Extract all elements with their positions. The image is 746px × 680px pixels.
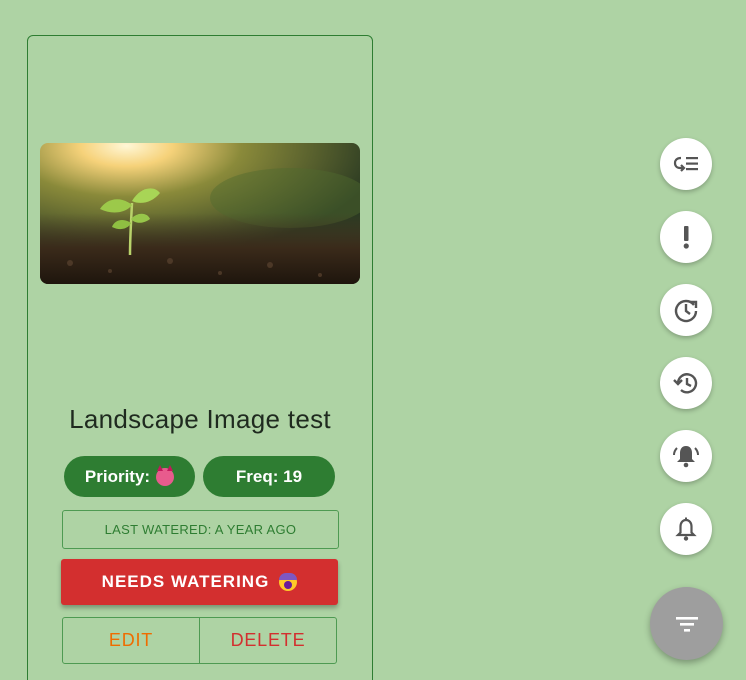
- notifications-active-button[interactable]: [660, 430, 712, 482]
- priority-label: Priority:: [84, 466, 151, 486]
- sort-by-priority-button[interactable]: [660, 211, 712, 263]
- needs-watering-label: NEEDS WATERING: [101, 572, 270, 591]
- priority-chip: Priority:: [64, 456, 195, 497]
- edit-label: EDIT: [108, 630, 154, 650]
- screaming-face-icon: [279, 573, 298, 591]
- last-watered-label: LAST WATERED: A YEAR AGO: [104, 522, 297, 537]
- plant-name: Landscape Image test: [69, 404, 331, 434]
- needs-watering-button[interactable]: NEEDS WATERING: [61, 559, 338, 605]
- sort-by-name-button[interactable]: [660, 138, 712, 190]
- history-icon: [673, 373, 698, 394]
- delete-button[interactable]: DELETE: [200, 618, 336, 663]
- delete-label: DELETE: [230, 630, 306, 650]
- card-actions: EDIT DELETE: [62, 617, 337, 664]
- bell-outline-icon: [675, 517, 697, 541]
- plant-card: Landscape Image test Priority: Freq: 19 …: [27, 35, 373, 680]
- sort-menu-fab[interactable]: [650, 587, 723, 660]
- exclamation-icon: [683, 226, 689, 249]
- frequency-chip: Freq: 19: [203, 456, 335, 497]
- clock-refresh-icon: [674, 299, 698, 323]
- edit-button[interactable]: EDIT: [63, 618, 200, 663]
- sort-by-name-icon: [673, 156, 698, 172]
- sort-filter-icon: [675, 616, 698, 632]
- plant-photo: [40, 143, 360, 284]
- last-watered-box: LAST WATERED: A YEAR AGO: [62, 510, 339, 549]
- frequency-label: Freq: 19: [235, 466, 303, 486]
- sort-by-last-watered-button[interactable]: [660, 357, 712, 409]
- smiling-devil-icon: [156, 464, 175, 486]
- sort-by-next-watering-button[interactable]: [660, 284, 712, 336]
- notifications-active-icon: [673, 446, 699, 468]
- notifications-button[interactable]: [660, 503, 712, 555]
